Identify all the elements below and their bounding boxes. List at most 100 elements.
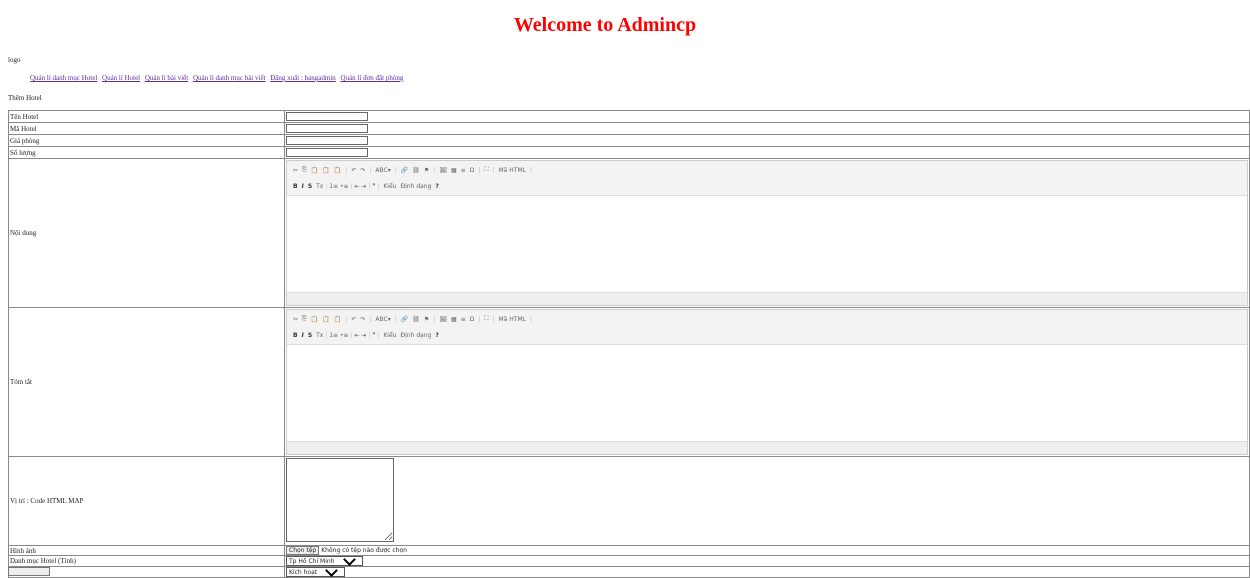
toolbar-button[interactable]: Tx (316, 183, 325, 190)
image-label: Hình ảnh (8, 545, 285, 556)
content-editor[interactable]: ✂ ⎘ 📋 📋 📋 | ↶ ↷ | ABC▾ | 🔗 ⛓ ⚑ | 🖼 ▦ ≡ Ω | ⛶ | Mã HTML | B I S … (286, 160, 1248, 306)
toolbar-separator: | (345, 166, 348, 174)
toolbar-button[interactable]: ABC▾ (375, 316, 390, 323)
italic-button[interactable]: I (302, 183, 304, 190)
hotel-name-input[interactable] (286, 112, 368, 121)
toolbar-row-1: ✂ ⎘ 📋 📋 📋 | ↶ ↷ | ABC▾ | 🔗 ⛓ ⚑ | 🖼 ▦ ≡ Ω | ⛶ | Mã HTML | (293, 312, 532, 326)
toolbar-button[interactable]: ↶ (351, 167, 356, 174)
toolbar-separator: | (394, 315, 397, 323)
toolbar-separator: | (345, 315, 348, 323)
toolbar-separator: | (478, 166, 481, 174)
toolbar-button[interactable]: ABC▾ (375, 167, 390, 174)
nav-bookings[interactable]: Quản lí đơn đặt phòng (341, 74, 404, 82)
help-button[interactable]: ? (435, 183, 438, 190)
toolbar-button[interactable]: •≡ (340, 332, 350, 339)
summary-editor[interactable]: ✂ ⎘ 📋 📋 📋 | ↶ ↷ | ABC▾ | 🔗 ⛓ ⚑ | 🖼 ▦ ≡ Ω | ⛶ | Mã HTML | B I S … (286, 309, 1248, 455)
format-dropdown[interactable]: Định dạng (400, 332, 431, 339)
toolbar-button[interactable]: ⎘ (302, 166, 307, 174)
toolbar-row-2-tools[interactable]: Tx | 1≡ •≡ | ⇤ ⇥ | ❞ | (316, 332, 379, 339)
page-title: Welcome to Admincp (513, 14, 697, 36)
toolbar-separator: | (433, 166, 436, 174)
help-button[interactable]: ? (435, 332, 438, 339)
toolbar-row-1: ✂ ⎘ 📋 📋 📋 | ↶ ↷ | ABC▾ | 🔗 ⛓ ⚑ | 🖼 ▦ ≡ Ω | ⛶ | Mã HTML | (293, 163, 532, 177)
toolbar-button[interactable]: ↷ (360, 316, 365, 323)
room-price-input[interactable] (286, 136, 368, 145)
toolbar-row-2-tools[interactable]: Tx | 1≡ •≡ | ⇤ ⇥ | ❞ | (316, 183, 379, 190)
toolbar-separator: | (529, 315, 532, 323)
status-select-value: Kích hoạt (289, 568, 318, 576)
style-dropdown[interactable]: Kiểu (383, 332, 396, 339)
category-label: Danh mục Hotel (Tỉnh) (8, 555, 285, 567)
hotel-code-input[interactable] (286, 124, 368, 133)
toolbar-button[interactable]: ⛶ (484, 166, 488, 174)
summary-editor-body[interactable] (287, 345, 1247, 439)
admin-nav: Quản lí danh mục Hotel Quản lí Hotel Quả… (30, 74, 406, 82)
content-label: Nội dung (8, 158, 285, 308)
strike-button[interactable]: S (308, 332, 312, 339)
toolbar-button[interactable]: ▦ (451, 316, 457, 323)
bold-button[interactable]: B (293, 332, 298, 339)
toolbar-button[interactable]: 📋 (311, 167, 318, 174)
map-code-textarea[interactable] (286, 458, 394, 542)
toolbar-button[interactable]: 🖼 (439, 316, 447, 323)
toolbar-button[interactable]: ⛶ (484, 315, 488, 323)
format-dropdown[interactable]: Định dạng (400, 183, 431, 190)
toolbar-button[interactable]: ⛓ (412, 316, 420, 323)
bold-button[interactable]: B (293, 183, 298, 190)
toolbar-separator: | (377, 331, 380, 339)
category-select-value: Tp Hồ Chí Minh (289, 557, 335, 565)
toolbar-button[interactable]: Ω (470, 167, 475, 174)
nav-posts[interactable]: Quản lí bài viết (145, 74, 188, 82)
toolbar-button[interactable]: Ω (470, 316, 475, 323)
toolbar-row-2: B I S Tx | 1≡ •≡ | ⇤ ⇥ | ❞ | Kiểu Định d… (293, 179, 439, 193)
toolbar-separator: | (369, 315, 372, 323)
toolbar-button[interactable]: 📋 (334, 167, 341, 174)
toolbar-separator: | (529, 166, 532, 174)
toolbar-button[interactable]: ⚑ (424, 316, 429, 323)
toolbar-button[interactable]: 🖼 (439, 167, 447, 174)
quantity-input[interactable] (286, 148, 368, 157)
toolbar-button[interactable]: ↷ (360, 167, 365, 174)
toolbar-button[interactable]: Mã HTML (499, 316, 526, 323)
nav-logout[interactable]: Đăng xuất : bangadmin (270, 74, 336, 82)
category-select[interactable]: Tp Hồ Chí Minh (286, 552, 363, 566)
toolbar-button[interactable]: ↶ (351, 316, 356, 323)
toolbar-button[interactable]: ▦ (451, 167, 457, 174)
toolbar-button[interactable]: ≡ (461, 316, 466, 323)
summary-editor-footer (287, 441, 1247, 454)
content-editor-footer (287, 292, 1247, 305)
toolbar-button[interactable]: 🔗 (401, 316, 408, 323)
italic-button[interactable]: I (302, 332, 304, 339)
toolbar-separator: | (492, 166, 495, 174)
summary-label: Tóm tắt (8, 307, 285, 457)
toolbar-button[interactable]: 1≡ (329, 332, 340, 339)
quantity-label: Số lượng (8, 146, 285, 159)
toolbar-button[interactable]: 🔗 (401, 167, 408, 174)
toolbar-button[interactable]: 📋 (322, 316, 329, 323)
status-select[interactable]: Kích hoạt (286, 563, 346, 577)
style-dropdown[interactable]: Kiểu (383, 183, 396, 190)
toolbar-button[interactable]: 📋 (311, 316, 318, 323)
hotel-code-label: Mã Hotel (8, 122, 285, 135)
toolbar-button[interactable]: Tx (316, 332, 325, 339)
toolbar-button[interactable]: •≡ (340, 183, 350, 190)
hotel-name-label: Tên Hotel (8, 110, 285, 123)
form-heading: Thêm Hotel (8, 94, 42, 102)
toolbar-button[interactable]: ≡ (461, 167, 466, 174)
toolbar-button[interactable]: 📋 (334, 316, 341, 323)
toolbar-button[interactable]: ✂ (293, 167, 298, 174)
choose-file-button[interactable]: Chọn tệp (286, 546, 320, 555)
toolbar-button[interactable]: 1≡ (329, 183, 340, 190)
toolbar-button[interactable]: ⎘ (302, 315, 307, 323)
nav-hotels[interactable]: Quản lí Hotel (102, 74, 140, 82)
nav-post-categories[interactable]: Quản lí danh mục bài viết (193, 74, 266, 82)
toolbar-button[interactable]: ⛓ (412, 167, 420, 174)
toolbar-row-2: B I S Tx | 1≡ •≡ | ⇤ ⇥ | ❞ | Kiểu Định d… (293, 328, 439, 342)
toolbar-button[interactable]: ✂ (293, 316, 298, 323)
strike-button[interactable]: S (308, 183, 312, 190)
nav-hotel-categories[interactable]: Quản lí danh mục Hotel (30, 74, 97, 82)
toolbar-button[interactable]: 📋 (322, 167, 329, 174)
toolbar-button[interactable]: Mã HTML (499, 167, 526, 174)
toolbar-button[interactable]: ⚑ (424, 167, 429, 174)
content-editor-body[interactable] (287, 196, 1247, 290)
